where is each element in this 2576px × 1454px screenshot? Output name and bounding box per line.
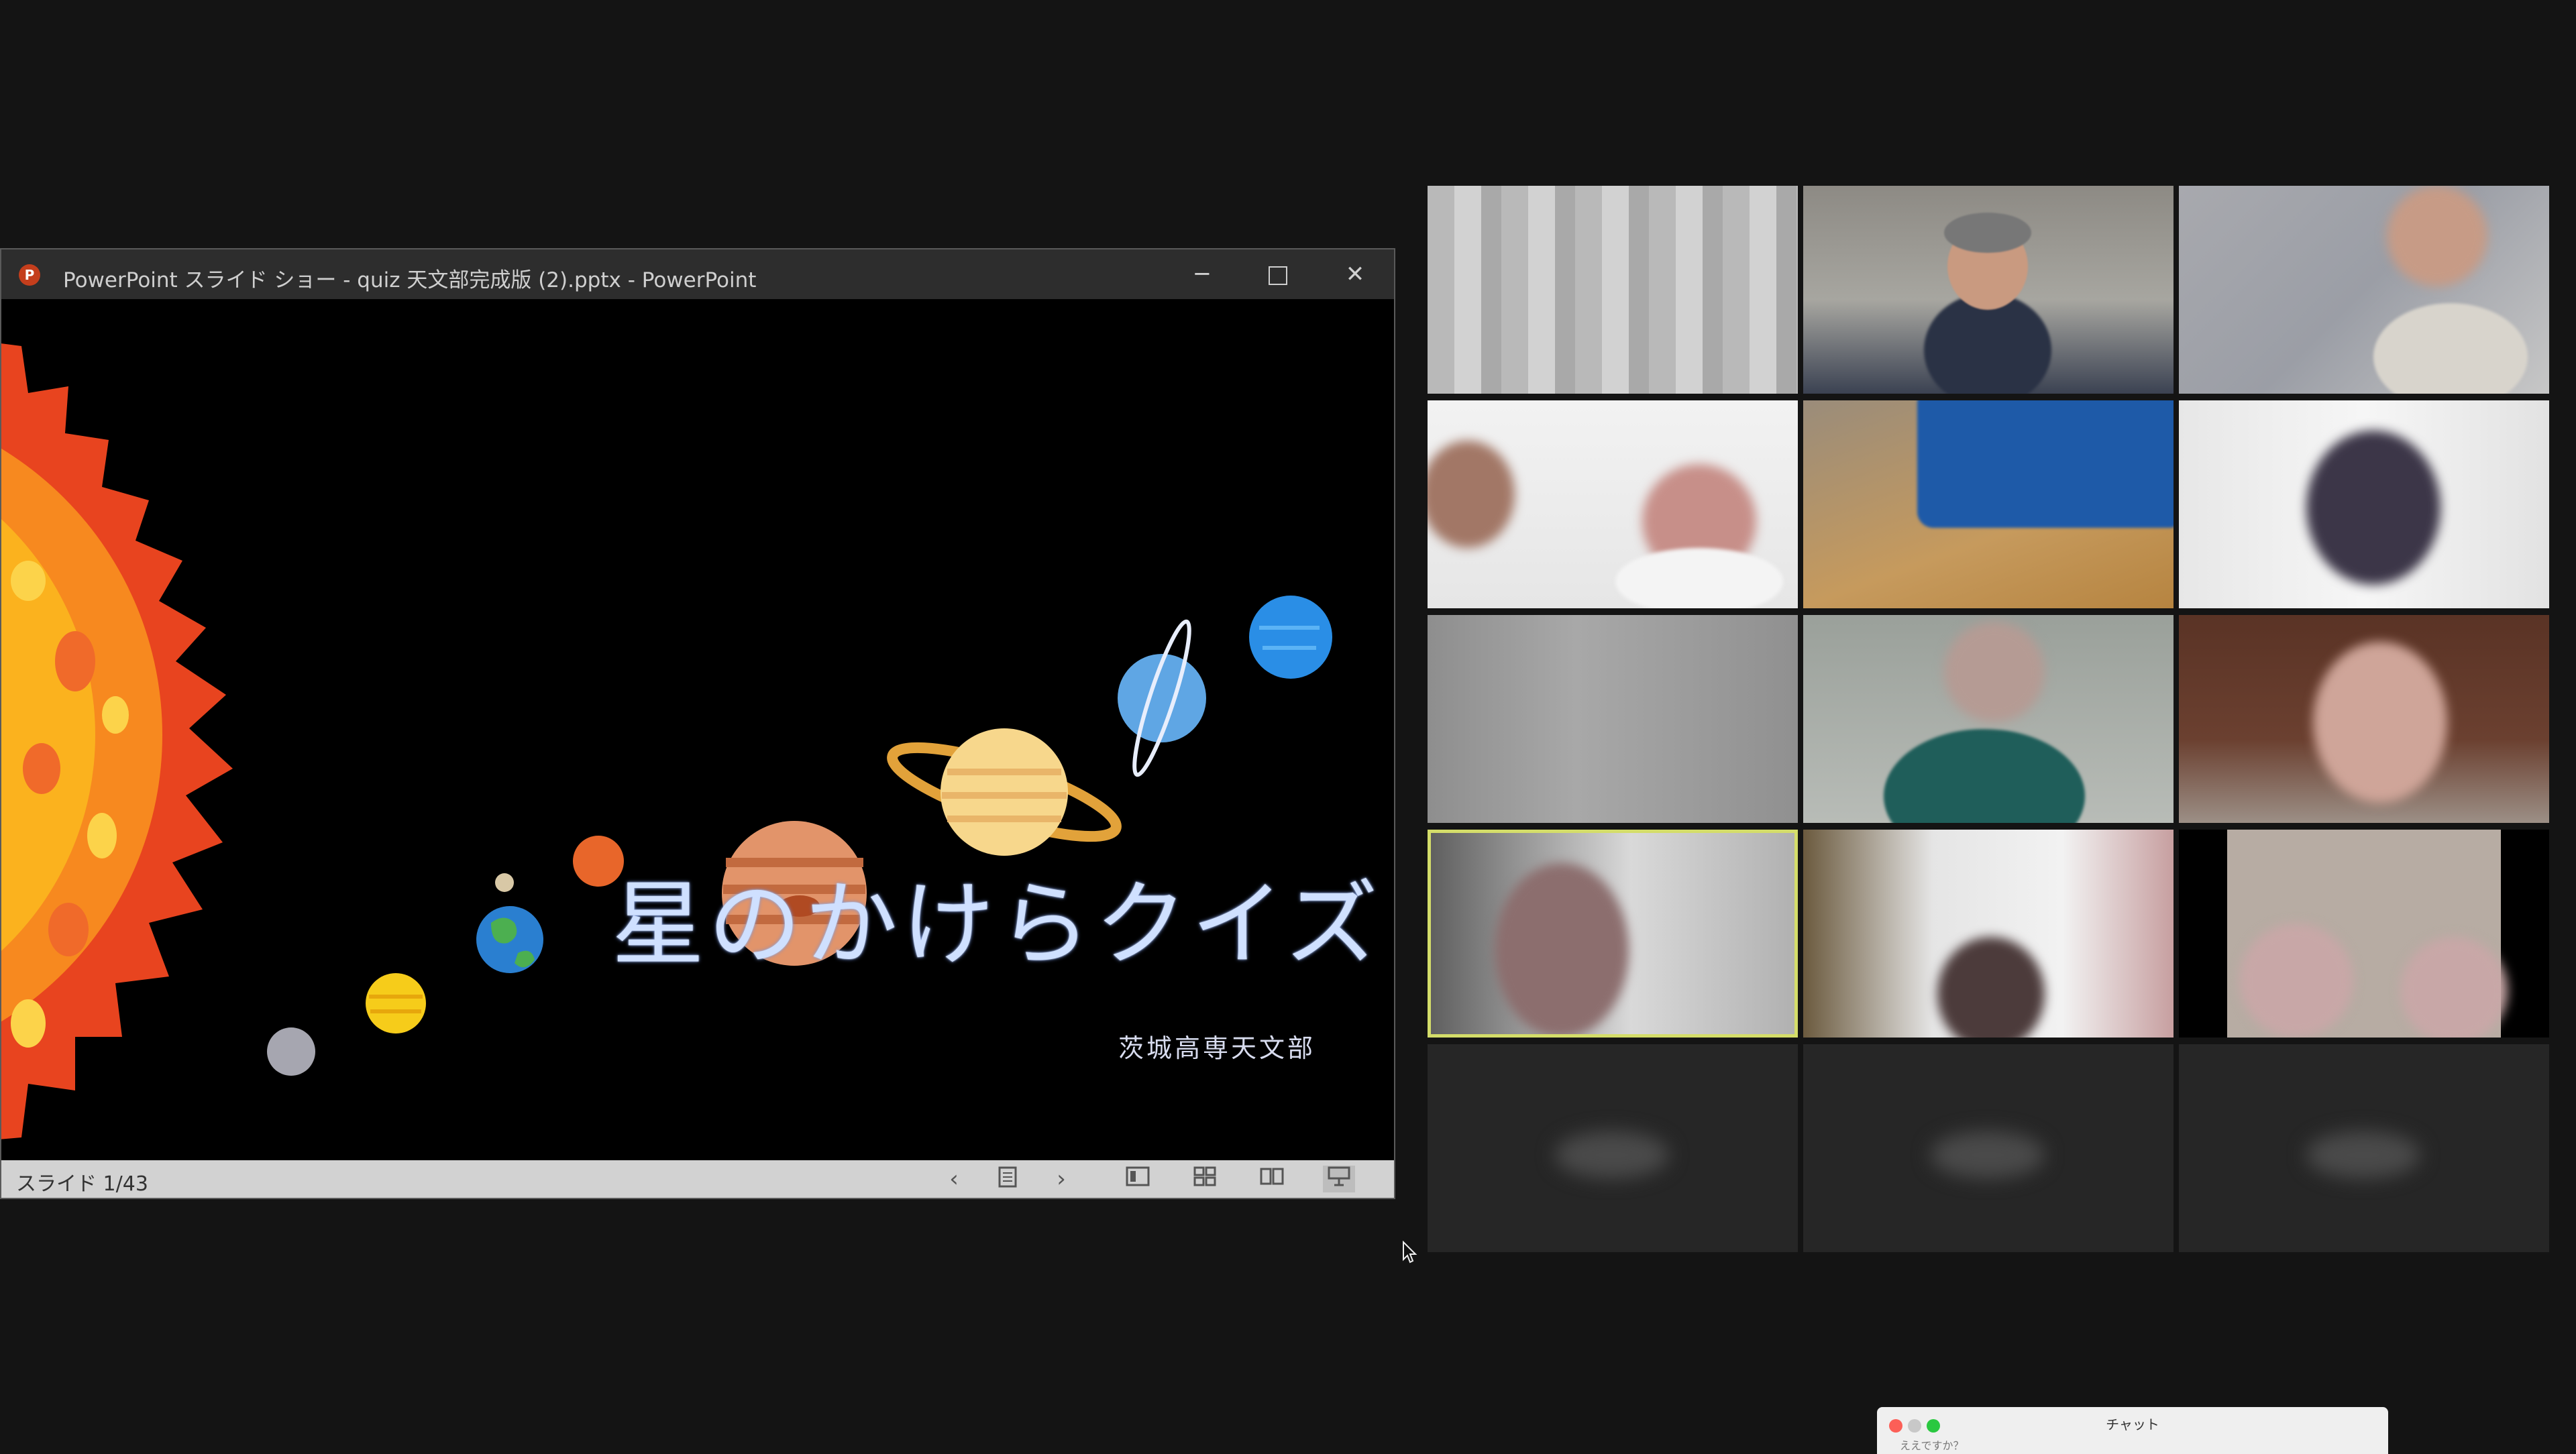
sun-graphic (1, 343, 233, 1139)
powerpoint-window: P PowerPoint スライド ショー - quiz 天文部完成版 (2).… (0, 248, 1395, 1199)
participant-tile-9[interactable] (2179, 615, 2549, 823)
close-button[interactable]: ✕ (1318, 249, 1392, 299)
slide-counter: スライド 1/43 (16, 1172, 148, 1196)
avatar-placeholder (2306, 1131, 2420, 1178)
maximize-icon (1269, 266, 1287, 285)
reading-view-button[interactable] (1256, 1166, 1288, 1192)
participant-tile-4[interactable] (1428, 400, 1798, 608)
participant-tile-active-speaker[interactable] (1428, 830, 1798, 1038)
mercury-graphic (267, 1027, 315, 1076)
participant-tile-2[interactable] (1803, 186, 2174, 394)
participant-tile-13[interactable] (1428, 1044, 1798, 1252)
slideshow-button[interactable] (1323, 1166, 1355, 1192)
participant-tile-15[interactable] (2179, 1044, 2549, 1252)
normal-view-icon (1126, 1166, 1150, 1186)
mouse-pointer-icon (1403, 1241, 1417, 1264)
uranus-graphic (1118, 619, 1206, 777)
slideshow-statusbar: スライド 1/43 ‹ › (1, 1160, 1394, 1198)
avatar-placeholder (1555, 1131, 1669, 1178)
venus-graphic (366, 973, 426, 1033)
neptune-graphic (1249, 596, 1332, 679)
saturn-graphic (887, 728, 1122, 856)
slide-canvas[interactable]: 星のかけらクイズ 茨城高専天文部 (1, 299, 1394, 1159)
chat-title: チャット (2106, 1416, 2159, 1433)
chat-message-preview: ええですか？ (1900, 1439, 1964, 1452)
previous-slide-button[interactable]: ‹ (938, 1166, 970, 1192)
chat-window[interactable]: チャット ええですか？ (1877, 1407, 2388, 1454)
participant-tile-6[interactable] (2179, 400, 2549, 608)
presentation-icon (1328, 1166, 1350, 1186)
book-icon (1260, 1168, 1284, 1185)
slide-sorter-button[interactable] (1189, 1166, 1221, 1192)
avatar-placeholder (1931, 1131, 2045, 1178)
participant-tile-12[interactable] (2179, 830, 2549, 1038)
moon-graphic (495, 873, 514, 892)
participant-tile-14[interactable] (1803, 1044, 2174, 1252)
window-titlebar[interactable]: P PowerPoint スライド ショー - quiz 天文部完成版 (2).… (1, 249, 1394, 299)
participant-tile-11[interactable] (1803, 830, 2174, 1038)
participant-tile-5[interactable] (1803, 400, 2174, 608)
window-title: PowerPoint スライド ショー - quiz 天文部完成版 (2).pp… (63, 268, 757, 292)
participant-tile-8[interactable] (1803, 615, 2174, 823)
next-slide-button[interactable]: › (1045, 1166, 1077, 1192)
slide-title: 星のかけらクイズ (612, 871, 1382, 978)
minimize-button[interactable]: ─ (1165, 249, 1239, 299)
notes-icon (998, 1166, 1017, 1188)
maximize-button[interactable] (1241, 249, 1315, 299)
powerpoint-app-icon: P (19, 264, 40, 286)
participant-tile-1[interactable] (1428, 186, 1798, 394)
participant-tile-7[interactable] (1428, 615, 1798, 823)
slide-menu-button[interactable] (991, 1166, 1024, 1192)
slide-subtitle: 茨城高専天文部 (1118, 1033, 1316, 1063)
grid-icon (1193, 1166, 1216, 1186)
participant-tile-3[interactable] (2179, 186, 2549, 394)
normal-view-button[interactable] (1122, 1166, 1154, 1192)
